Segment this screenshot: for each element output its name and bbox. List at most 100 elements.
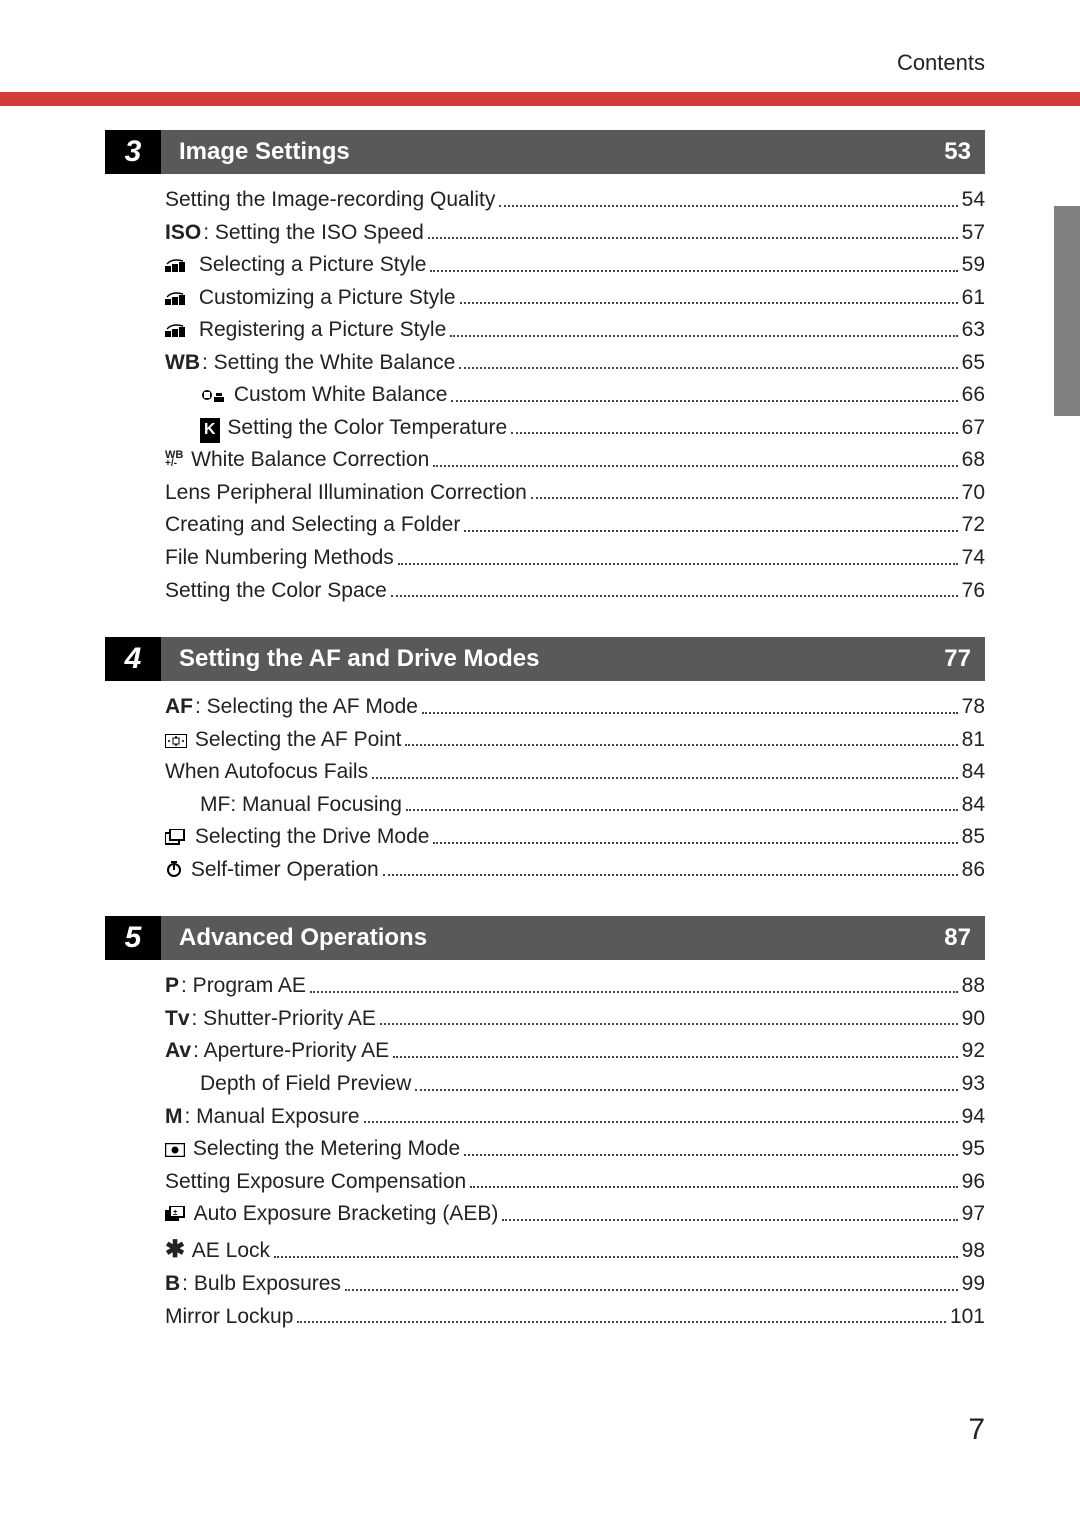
toc-row: Setting the Image-recording Quality54 <box>105 184 985 217</box>
mode-av-icon: Av <box>165 1035 191 1068</box>
toc-row-text: : Selecting the AF Mode <box>195 695 418 718</box>
toc-row: Selecting the AF Point 81 <box>105 724 985 757</box>
toc-row-label: Selecting the Drive Mode <box>165 821 429 854</box>
toc-row: Mirror Lockup101 <box>105 1301 985 1334</box>
contents-body: 3Image Settings53Setting the Image-recor… <box>0 130 1080 1393</box>
dot-leader <box>464 1153 957 1156</box>
dot-leader <box>430 269 957 272</box>
toc-row-page: 74 <box>962 542 985 575</box>
metering-mode-icon <box>165 1136 185 1164</box>
iso-icon: ISO <box>165 217 201 250</box>
toc-row-page: 81 <box>962 724 985 757</box>
toc-row-text: Self-timer Operation <box>185 858 379 881</box>
toc-row-page: 57 <box>962 217 985 250</box>
toc-row-text: Selecting the Drive Mode <box>189 825 429 848</box>
toc-row-page: 68 <box>962 444 985 477</box>
toc-row-page: 67 <box>962 412 985 445</box>
toc-row-label: Self-timer Operation <box>165 854 379 887</box>
wb-correction-icon: WB+/- <box>165 447 183 475</box>
toc-row-page: 88 <box>962 970 985 1003</box>
picture-style-icon <box>165 317 191 345</box>
toc-row-page: 96 <box>962 1166 985 1199</box>
toc-row-label: ISO: Setting the ISO Speed <box>165 217 424 250</box>
toc-row: Tv: Shutter-Priority AE90 <box>105 1003 985 1036</box>
toc-row: WB+/- White Balance Correction68 <box>105 444 985 477</box>
toc-row-label: MF: Manual Focusing <box>200 789 402 822</box>
dot-leader <box>450 334 957 337</box>
picture-style-icon <box>165 285 191 313</box>
dot-leader <box>502 1218 957 1221</box>
toc-row-label: ± Auto Exposure Bracketing (AEB) <box>165 1198 498 1231</box>
toc-row-label: P: Program AE <box>165 970 306 1003</box>
mode-p-icon: P <box>165 970 179 1003</box>
toc-row-page: 101 <box>950 1301 985 1334</box>
header-red-bar <box>0 92 1080 106</box>
toc-row-page: 99 <box>962 1268 985 1301</box>
toc-row-label: M: Manual Exposure <box>165 1101 360 1134</box>
dot-leader <box>428 236 958 239</box>
toc-row-label: Creating and Selecting a Folder <box>165 509 460 542</box>
toc-row-text: : Manual Exposure <box>185 1105 360 1128</box>
toc-item-list: Setting the Image-recording Quality54ISO… <box>105 184 985 607</box>
section-title: Image Settings <box>161 130 944 174</box>
toc-row-text: : Aperture-Priority AE <box>193 1039 389 1062</box>
toc-row: Self-timer Operation 86 <box>105 854 985 887</box>
section-title: Advanced Operations <box>161 916 944 960</box>
toc-row: Registering a Picture Style63 <box>105 314 985 347</box>
toc-row-label: Custom White Balance <box>200 379 447 412</box>
toc-row-text: Selecting the Metering Mode <box>187 1137 460 1160</box>
dot-leader <box>511 431 957 434</box>
toc-row: P: Program AE 88 <box>105 970 985 1003</box>
toc-row: Selecting the Metering Mode 95 <box>105 1133 985 1166</box>
dot-leader <box>391 594 958 597</box>
dot-leader <box>415 1088 957 1091</box>
toc-row-text: Selecting the AF Point <box>189 728 401 751</box>
toc-row-label: Selecting the AF Point <box>165 724 401 757</box>
toc-row: ✱ AE Lock98 <box>105 1231 985 1268</box>
toc-row-text: : Bulb Exposures <box>182 1272 341 1295</box>
toc-row-text: Customizing a Picture Style <box>193 286 456 309</box>
dot-leader <box>406 808 958 811</box>
toc-section: 4Setting the AF and Drive Modes77AF: Sel… <box>105 637 985 886</box>
toc-item-list: P: Program AE 88Tv: Shutter-Priority AE90… <box>105 970 985 1333</box>
toc-row-page: 85 <box>962 821 985 854</box>
toc-section: 5Advanced Operations87 P: Program AE 88Tv:… <box>105 916 985 1333</box>
toc-row-page: 86 <box>962 854 985 887</box>
dot-leader <box>460 301 958 304</box>
dot-leader <box>297 1320 946 1323</box>
toc-row-text: : Setting the ISO Speed <box>203 221 424 244</box>
toc-row-page: 90 <box>962 1003 985 1036</box>
dot-leader <box>470 1185 957 1188</box>
toc-row-page: 66 <box>962 379 985 412</box>
toc-row-text: Setting the Image-recording Quality <box>165 188 495 211</box>
dot-leader <box>380 1022 958 1025</box>
toc-row-label: Registering a Picture Style <box>165 314 446 347</box>
toc-row-text: Auto Exposure Bracketing (AEB) <box>189 1202 498 1225</box>
toc-row-text: Setting the Color Temperature <box>222 416 508 439</box>
dot-leader <box>459 366 957 369</box>
dot-leader <box>405 743 957 746</box>
af-point-icon <box>165 727 187 755</box>
toc-row-label: Selecting the Metering Mode <box>165 1133 460 1166</box>
mode-b-icon: B <box>165 1268 180 1301</box>
toc-row-page: 95 <box>962 1133 985 1166</box>
drive-mode-icon <box>165 824 187 852</box>
dot-leader <box>433 464 957 467</box>
self-timer-icon <box>165 857 183 885</box>
section-start-page: 53 <box>944 130 985 174</box>
dot-leader <box>393 1055 957 1058</box>
toc-row-label: Selecting a Picture Style <box>165 249 426 282</box>
toc-row-text: Creating and Selecting a Folder <box>165 513 460 536</box>
toc-row: AF: Selecting the AF Mode78 <box>105 691 985 724</box>
toc-row-text: Setting Exposure Compensation <box>165 1170 466 1193</box>
section-header: 5Advanced Operations87 <box>105 916 985 960</box>
toc-row: Depth of Field Preview93 <box>105 1068 985 1101</box>
section-number: 5 <box>105 916 161 960</box>
dot-leader <box>499 204 957 207</box>
mode-m-icon: M <box>165 1101 183 1134</box>
section-start-page: 77 <box>944 637 985 681</box>
toc-row-label: Setting the Image-recording Quality <box>165 184 495 217</box>
toc-row-label: Depth of Field Preview <box>200 1068 411 1101</box>
toc-row-page: 59 <box>962 249 985 282</box>
dot-leader <box>383 873 958 876</box>
